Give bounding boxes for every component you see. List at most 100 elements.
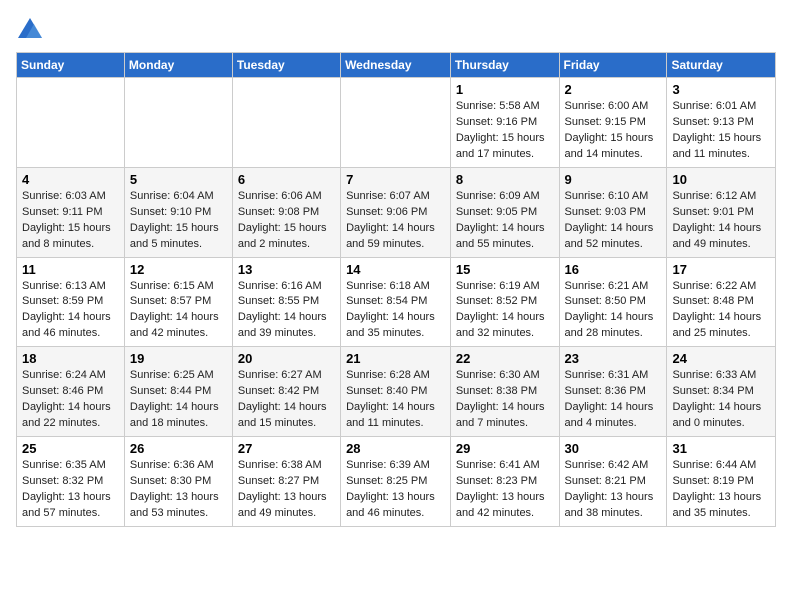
day-info: Sunrise: 6:04 AM Sunset: 9:10 PM Dayligh… [130, 189, 227, 253]
day-info: Sunrise: 6:16 AM Sunset: 8:55 PM Dayligh… [238, 279, 335, 343]
calendar-cell: 16Sunrise: 6:21 AM Sunset: 8:50 PM Dayli… [559, 257, 667, 347]
day-info: Sunrise: 6:09 AM Sunset: 9:05 PM Dayligh… [456, 189, 554, 253]
day-number: 14 [346, 262, 445, 277]
calendar-cell [232, 78, 340, 168]
day-info: Sunrise: 6:33 AM Sunset: 8:34 PM Dayligh… [672, 368, 770, 432]
day-number: 2 [565, 82, 662, 97]
calendar-cell: 30 Sunrise: 6:42 AM Sunset: 8:21 PM Dayli… [559, 437, 667, 527]
day-number: 12 [130, 262, 227, 277]
day-number: 22 [456, 351, 554, 366]
calendar-cell: 18 Sunrise: 6:24 AM Sunset: 8:46 PM Dayli… [17, 347, 125, 437]
day-number: 7 [346, 172, 445, 187]
day-number: 4 [22, 172, 119, 187]
calendar-cell: 26 Sunrise: 6:36 AM Sunset: 8:30 PM Dayli… [124, 437, 232, 527]
day-number: 10 [672, 172, 770, 187]
day-info: Sunrise: 6:30 AM Sunset: 8:38 PM Dayligh… [456, 368, 554, 432]
day-info: Sunrise: 6:10 AM Sunset: 9:03 PM Dayligh… [565, 189, 662, 253]
page-header [16, 16, 776, 44]
calendar-cell: 2Sunrise: 6:00 AM Sunset: 9:15 PM Daylig… [559, 78, 667, 168]
day-info: Sunrise: 6:03 AM Sunset: 9:11 PM Dayligh… [22, 189, 119, 253]
day-info: Sunrise: 6:44 AM Sunset: 8:19 PM Dayligh… [672, 458, 770, 522]
day-number: 13 [238, 262, 335, 277]
weekday-header: Tuesday [232, 53, 340, 78]
day-info: Sunrise: 6:12 AM Sunset: 9:01 PM Dayligh… [672, 189, 770, 253]
day-number: 19 [130, 351, 227, 366]
calendar-week-row: 1 Sunrise: 5:58 AM Sunset: 9:16 PM Daylig… [17, 78, 776, 168]
calendar-cell: 15 Sunrise: 6:19 AM Sunset: 8:52 PM Dayli… [450, 257, 559, 347]
weekday-header: Sunday [17, 53, 125, 78]
logo [16, 16, 48, 44]
day-number: 6 [238, 172, 335, 187]
weekday-header: Wednesday [341, 53, 451, 78]
calendar-cell: 27 Sunrise: 6:38 AM Sunset: 8:27 PM Dayli… [232, 437, 340, 527]
day-info: Sunrise: 6:27 AM Sunset: 8:42 PM Dayligh… [238, 368, 335, 432]
calendar-cell: 12 Sunrise: 6:15 AM Sunset: 8:57 PM Dayli… [124, 257, 232, 347]
day-number: 9 [565, 172, 662, 187]
day-info: Sunrise: 6:39 AM Sunset: 8:25 PM Dayligh… [346, 458, 445, 522]
day-info: Sunrise: 6:35 AM Sunset: 8:32 PM Dayligh… [22, 458, 119, 522]
calendar-cell: 25 Sunrise: 6:35 AM Sunset: 8:32 PM Dayli… [17, 437, 125, 527]
day-number: 18 [22, 351, 119, 366]
calendar-cell: 7 Sunrise: 6:07 AM Sunset: 9:06 PM Daylig… [341, 167, 451, 257]
day-info: Sunrise: 6:13 AM Sunset: 8:59 PM Dayligh… [22, 279, 119, 343]
day-number: 23 [565, 351, 662, 366]
calendar-cell: 19 Sunrise: 6:25 AM Sunset: 8:44 PM Dayli… [124, 347, 232, 437]
calendar-cell: 5 Sunrise: 6:04 AM Sunset: 9:10 PM Daylig… [124, 167, 232, 257]
day-info: Sunrise: 6:07 AM Sunset: 9:06 PM Dayligh… [346, 189, 445, 253]
day-info: Sunrise: 6:24 AM Sunset: 8:46 PM Dayligh… [22, 368, 119, 432]
logo-icon [16, 16, 44, 44]
calendar-week-row: 11Sunrise: 6:13 AM Sunset: 8:59 PM Dayli… [17, 257, 776, 347]
calendar-cell: 9 Sunrise: 6:10 AM Sunset: 9:03 PM Daylig… [559, 167, 667, 257]
day-number: 15 [456, 262, 554, 277]
calendar-cell: 10 Sunrise: 6:12 AM Sunset: 9:01 PM Dayli… [667, 167, 776, 257]
calendar-cell: 21Sunrise: 6:28 AM Sunset: 8:40 PM Dayli… [341, 347, 451, 437]
calendar-cell: 22 Sunrise: 6:30 AM Sunset: 8:38 PM Dayli… [450, 347, 559, 437]
calendar-table: SundayMondayTuesdayWednesdayThursdayFrid… [16, 52, 776, 527]
day-number: 8 [456, 172, 554, 187]
day-number: 3 [672, 82, 770, 97]
calendar-cell: 28 Sunrise: 6:39 AM Sunset: 8:25 PM Dayli… [341, 437, 451, 527]
day-info: Sunrise: 6:36 AM Sunset: 8:30 PM Dayligh… [130, 458, 227, 522]
calendar-cell: 20Sunrise: 6:27 AM Sunset: 8:42 PM Dayli… [232, 347, 340, 437]
day-number: 26 [130, 441, 227, 456]
day-number: 1 [456, 82, 554, 97]
day-info: Sunrise: 6:25 AM Sunset: 8:44 PM Dayligh… [130, 368, 227, 432]
weekday-header: Saturday [667, 53, 776, 78]
calendar-cell: 29Sunrise: 6:41 AM Sunset: 8:23 PM Dayli… [450, 437, 559, 527]
calendar-cell: 11Sunrise: 6:13 AM Sunset: 8:59 PM Dayli… [17, 257, 125, 347]
day-info: Sunrise: 6:22 AM Sunset: 8:48 PM Dayligh… [672, 279, 770, 343]
day-info: Sunrise: 6:42 AM Sunset: 8:21 PM Dayligh… [565, 458, 662, 522]
calendar-cell [341, 78, 451, 168]
day-info: Sunrise: 6:41 AM Sunset: 8:23 PM Dayligh… [456, 458, 554, 522]
day-info: Sunrise: 6:06 AM Sunset: 9:08 PM Dayligh… [238, 189, 335, 253]
weekday-header: Thursday [450, 53, 559, 78]
calendar-cell: 31 Sunrise: 6:44 AM Sunset: 8:19 PM Dayli… [667, 437, 776, 527]
day-number: 17 [672, 262, 770, 277]
day-info: Sunrise: 6:19 AM Sunset: 8:52 PM Dayligh… [456, 279, 554, 343]
calendar-header-row: SundayMondayTuesdayWednesdayThursdayFrid… [17, 53, 776, 78]
day-info: Sunrise: 5:58 AM Sunset: 9:16 PM Dayligh… [456, 99, 554, 163]
day-number: 5 [130, 172, 227, 187]
day-number: 31 [672, 441, 770, 456]
day-info: Sunrise: 6:01 AM Sunset: 9:13 PM Dayligh… [672, 99, 770, 163]
day-info: Sunrise: 6:31 AM Sunset: 8:36 PM Dayligh… [565, 368, 662, 432]
calendar-cell: 4 Sunrise: 6:03 AM Sunset: 9:11 PM Daylig… [17, 167, 125, 257]
calendar-cell: 13 Sunrise: 6:16 AM Sunset: 8:55 PM Dayli… [232, 257, 340, 347]
calendar-week-row: 25 Sunrise: 6:35 AM Sunset: 8:32 PM Dayli… [17, 437, 776, 527]
day-number: 16 [565, 262, 662, 277]
calendar-cell: 14Sunrise: 6:18 AM Sunset: 8:54 PM Dayli… [341, 257, 451, 347]
day-number: 28 [346, 441, 445, 456]
day-number: 30 [565, 441, 662, 456]
calendar-cell: 6 Sunrise: 6:06 AM Sunset: 9:08 PM Daylig… [232, 167, 340, 257]
day-number: 27 [238, 441, 335, 456]
day-number: 24 [672, 351, 770, 366]
calendar-cell [17, 78, 125, 168]
calendar-week-row: 4 Sunrise: 6:03 AM Sunset: 9:11 PM Daylig… [17, 167, 776, 257]
calendar-cell [124, 78, 232, 168]
day-info: Sunrise: 6:28 AM Sunset: 8:40 PM Dayligh… [346, 368, 445, 432]
day-number: 25 [22, 441, 119, 456]
day-info: Sunrise: 6:15 AM Sunset: 8:57 PM Dayligh… [130, 279, 227, 343]
day-info: Sunrise: 6:38 AM Sunset: 8:27 PM Dayligh… [238, 458, 335, 522]
calendar-cell: 24 Sunrise: 6:33 AM Sunset: 8:34 PM Dayli… [667, 347, 776, 437]
weekday-header: Monday [124, 53, 232, 78]
